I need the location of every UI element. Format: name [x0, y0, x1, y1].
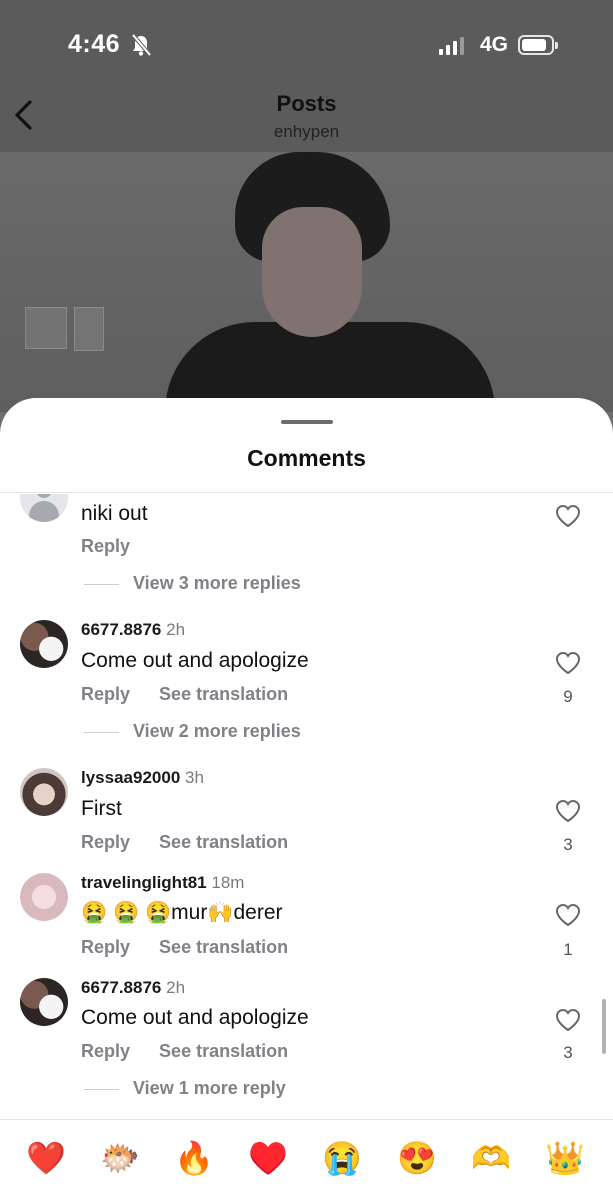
- comment-author[interactable]: lyssaa92000 3h: [81, 768, 204, 788]
- reply-button[interactable]: Reply: [81, 832, 130, 852]
- comment-author[interactable]: 6677.8876 2h: [81, 978, 185, 998]
- like-count: 3: [563, 835, 573, 854]
- heart-suit-emoji-button[interactable]: ♥️: [246, 1138, 290, 1178]
- username[interactable]: 6677.8876: [81, 620, 161, 639]
- avatar[interactable]: [20, 494, 68, 522]
- divider: [0, 492, 613, 493]
- scrollbar[interactable]: [602, 999, 606, 1054]
- comment-actions: Reply See translation: [81, 937, 312, 958]
- like-count: 9: [563, 687, 573, 706]
- header: Posts enhypen: [0, 90, 613, 152]
- battery-icon: [518, 35, 558, 55]
- vomit-emoji: 🤮: [81, 901, 108, 924]
- comment-time: 18m: [211, 873, 245, 892]
- status-bar: 4:46 4G: [0, 0, 613, 90]
- quick-reaction-bar: ❤️ 🐡 🔥 ♥️ 😭 😍 🫶 👑: [0, 1119, 613, 1200]
- comment-author[interactable]: 6677.8876 2h: [81, 620, 185, 640]
- comment-text-fragment: mur: [171, 901, 208, 924]
- wall-switch-graphic: [25, 307, 67, 349]
- see-translation-button[interactable]: See translation: [159, 937, 288, 957]
- red-heart-emoji-button[interactable]: ❤️: [24, 1138, 68, 1178]
- cellular-signal-icon: [439, 36, 464, 55]
- heart-icon[interactable]: [555, 1008, 581, 1037]
- raised-hands-emoji: 🙌: [207, 901, 234, 924]
- see-translation-button[interactable]: See translation: [159, 684, 288, 704]
- loudly-crying-emoji-button[interactable]: 😭: [320, 1138, 364, 1178]
- vomit-emoji: 🤮: [145, 901, 172, 924]
- comment-time: 2h: [166, 620, 186, 639]
- heart-eyes-emoji-button[interactable]: 😍: [395, 1138, 439, 1178]
- comment-text: niki out: [81, 502, 148, 525]
- avatar[interactable]: [20, 768, 68, 816]
- comment-text: Come out and apologize: [81, 1006, 309, 1029]
- avatar[interactable]: [20, 978, 68, 1026]
- username[interactable]: 6677.8876: [81, 978, 161, 997]
- view-more-label: View 2 more replies: [133, 721, 301, 741]
- avatar[interactable]: [20, 620, 68, 668]
- username[interactable]: travelinglight81: [81, 873, 207, 892]
- comment-time: 3h: [185, 768, 204, 787]
- comment-actions: Reply: [81, 536, 154, 557]
- comment-actions: Reply See translation: [81, 1041, 312, 1062]
- crown-emoji-button[interactable]: 👑: [543, 1138, 587, 1178]
- reply-button[interactable]: Reply: [81, 1041, 130, 1061]
- comments-list[interactable]: niki out Reply View 3 more replies 6677.…: [0, 494, 613, 1119]
- comment-time: 2h: [166, 978, 186, 997]
- heart-hands-emoji-button[interactable]: 🫶: [469, 1138, 513, 1178]
- comments-sheet: Comments niki out Reply View 3 more repl…: [0, 398, 613, 1200]
- comment-actions: Reply See translation: [81, 684, 312, 705]
- heart-icon[interactable]: [555, 651, 581, 680]
- view-more-label: View 3 more replies: [133, 573, 301, 593]
- heart-icon[interactable]: [555, 799, 581, 828]
- see-translation-button[interactable]: See translation: [159, 1041, 288, 1061]
- comment-actions: Reply See translation: [81, 832, 312, 853]
- view-more-replies[interactable]: View 2 more replies: [84, 721, 301, 742]
- bell-muted-icon: [130, 33, 152, 62]
- reply-button[interactable]: Reply: [81, 684, 130, 704]
- view-more-replies[interactable]: View 1 more reply: [84, 1078, 286, 1099]
- pufferfish-emoji-button[interactable]: 🐡: [98, 1138, 142, 1178]
- wall-switch-graphic: [74, 307, 104, 351]
- heart-icon[interactable]: [555, 504, 581, 533]
- avatar[interactable]: [20, 873, 68, 921]
- sheet-drag-handle[interactable]: [281, 420, 333, 424]
- person-face-graphic: [262, 207, 362, 337]
- page-title: Posts: [276, 91, 337, 116]
- sheet-title: Comments: [247, 445, 366, 471]
- reply-button[interactable]: Reply: [81, 536, 130, 556]
- like-count: 1: [563, 940, 573, 959]
- username[interactable]: lyssaa92000: [81, 768, 180, 787]
- network-type: 4G: [480, 33, 509, 56]
- post-image[interactable]: [0, 152, 613, 412]
- page-subtitle: enhypen: [273, 122, 340, 141]
- view-more-replies[interactable]: View 3 more replies: [84, 573, 301, 594]
- like-count: 3: [563, 1043, 573, 1062]
- comment-text: Come out and apologize: [81, 649, 309, 672]
- reply-button[interactable]: Reply: [81, 937, 130, 957]
- comment-text: First: [81, 797, 122, 820]
- comment-text-fragment: derer: [233, 901, 283, 924]
- fire-emoji-button[interactable]: 🔥: [172, 1138, 216, 1178]
- comment-text: 🤮 🤮 🤮mur🙌derer: [81, 901, 283, 925]
- comment-author[interactable]: travelinglight81 18m: [81, 873, 244, 893]
- status-time: 4:46: [68, 30, 121, 58]
- view-more-label: View 1 more reply: [133, 1078, 286, 1098]
- see-translation-button[interactable]: See translation: [159, 832, 288, 852]
- vomit-emoji: 🤮: [113, 901, 140, 924]
- heart-icon[interactable]: [555, 903, 581, 932]
